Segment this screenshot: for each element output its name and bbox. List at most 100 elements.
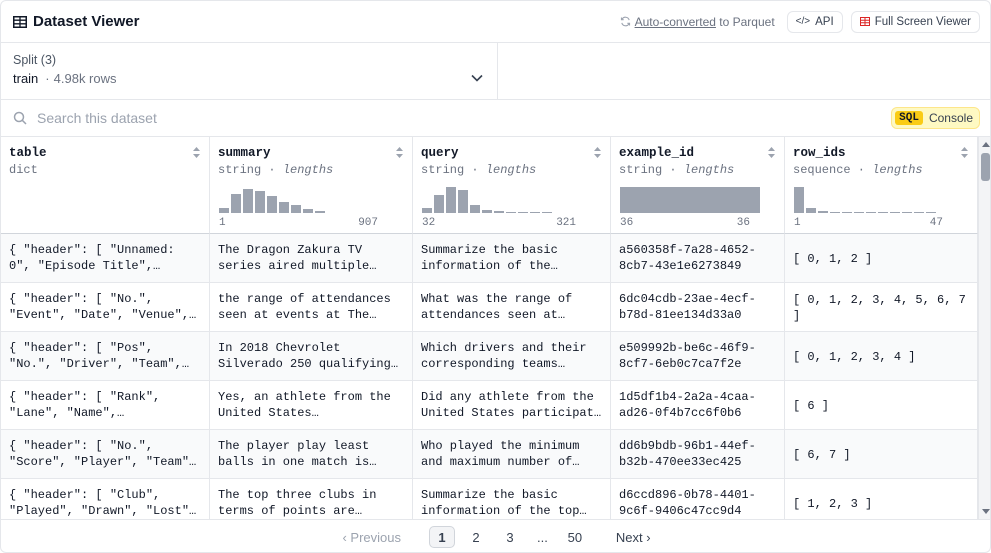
column-stat-label: lengths	[485, 163, 537, 177]
cell-row-ids[interactable]: [ 6 ]	[785, 381, 978, 430]
sort-icon[interactable]	[395, 146, 404, 159]
histogram-bar[interactable]	[926, 212, 936, 213]
scroll-thumb[interactable]	[981, 153, 990, 181]
table-row[interactable]: { "header": [ "Club", "Played", "Drawn",…	[1, 479, 978, 519]
histogram-bar[interactable]	[878, 212, 888, 213]
scroll-down-arrow[interactable]	[982, 509, 990, 514]
sort-icon[interactable]	[593, 146, 602, 159]
table-row[interactable]: { "header": [ "Pos", "No.", "Driver", "T…	[1, 332, 978, 381]
column-header-table[interactable]: table dict	[1, 137, 210, 234]
column-header-example-id[interactable]: example_id string · lengths 36 36	[611, 137, 785, 234]
full-screen-viewer-button[interactable]: Full Screen Viewer	[850, 10, 980, 33]
histogram-bar[interactable]	[470, 205, 480, 213]
cell-summary[interactable]: the range of attendances seen at events …	[210, 283, 413, 332]
histogram-bar[interactable]	[518, 212, 528, 213]
histogram-bar[interactable]	[422, 208, 432, 213]
histogram-bar[interactable]	[902, 212, 912, 213]
histogram-bar[interactable]	[506, 212, 516, 213]
sort-icon[interactable]	[960, 146, 969, 159]
histogram-bar[interactable]	[255, 191, 265, 213]
cell-summary[interactable]: In 2018 Chevrolet Silverado 250 qualifyi…	[210, 332, 413, 381]
histogram-bar[interactable]	[446, 187, 456, 213]
cell-query[interactable]: What was the range of attendances seen a…	[413, 283, 611, 332]
page-50-button[interactable]: 50	[562, 526, 588, 548]
table-row[interactable]: { "header": [ "Unnamed: 0", "Episode Tit…	[1, 234, 978, 283]
histogram-bar[interactable]	[243, 189, 253, 213]
histogram-bar[interactable]	[434, 195, 444, 213]
page-3-button[interactable]: 3	[497, 526, 523, 548]
search-icon	[13, 111, 27, 125]
cell-summary[interactable]: The Dragon Zakura TV series aired multip…	[210, 234, 413, 283]
histogram-bar[interactable]	[914, 212, 924, 213]
cell-query[interactable]: Which drivers and their corresponding te…	[413, 332, 611, 381]
histogram-bar[interactable]	[830, 212, 840, 213]
cell-row-ids[interactable]: [ 0, 1, 2, 3, 4, 5, 6, 7 ]	[785, 283, 978, 332]
histogram-bar[interactable]	[620, 187, 760, 213]
cell-query[interactable]: Did any athlete from the United States p…	[413, 381, 611, 430]
cell-summary[interactable]: The player play least balls in one match…	[210, 430, 413, 479]
histogram-bar[interactable]	[458, 190, 468, 213]
histogram-bar[interactable]	[890, 212, 900, 213]
cell-query[interactable]: Who played the minimum and maximum numbe…	[413, 430, 611, 479]
cell-table[interactable]: { "header": [ "No.", "Score", "Player", …	[1, 430, 210, 479]
cell-example-id[interactable]: dd6b9bdb-96b1-44ef-b32b-470ee33ec425	[611, 430, 785, 479]
cell-row-ids[interactable]: [ 0, 1, 2 ]	[785, 234, 978, 283]
cell-table[interactable]: { "header": [ "Unnamed: 0", "Episode Tit…	[1, 234, 210, 283]
histogram-bar[interactable]	[542, 212, 552, 213]
histogram-bar[interactable]	[231, 194, 241, 213]
cell-example-id[interactable]: e509992b-be6c-46f9-8cf7-6eb0c7ca7f2e	[611, 332, 785, 381]
cell-row-ids[interactable]: [ 6, 7 ]	[785, 430, 978, 479]
histogram-bar[interactable]	[818, 211, 828, 213]
cell-table[interactable]: { "header": [ "No.", "Event", "Date", "V…	[1, 283, 210, 332]
cell-example-id[interactable]: 6dc04cdb-23ae-4ecf-b78d-81ee134d33a0	[611, 283, 785, 332]
cell-example-id[interactable]: a560358f-7a28-4652-8cb7-43e1e6273849	[611, 234, 785, 283]
histogram-bar[interactable]	[842, 212, 852, 213]
histogram-bar[interactable]	[291, 205, 301, 213]
page-1-button[interactable]: 1	[429, 526, 455, 548]
sort-icon[interactable]	[192, 146, 201, 159]
scroll-up-arrow[interactable]	[982, 142, 990, 147]
histogram-bar[interactable]	[854, 212, 864, 213]
previous-page-button[interactable]: ‹ Previous	[332, 530, 411, 545]
histogram-bar[interactable]	[279, 202, 289, 213]
api-button[interactable]: </> API	[786, 10, 843, 33]
histogram-bar[interactable]	[794, 187, 804, 213]
histogram-bar[interactable]	[806, 208, 816, 213]
next-page-button[interactable]: Next ›	[606, 530, 661, 545]
split-selector[interactable]: Split (3) train · 4.98k rows	[1, 43, 498, 100]
cell-row-ids[interactable]: [ 1, 2, 3 ]	[785, 479, 978, 519]
histogram-bar[interactable]	[530, 212, 540, 213]
histogram-bar[interactable]	[315, 211, 325, 213]
auto-converted-link[interactable]: Auto-converted	[635, 15, 716, 29]
cell-summary[interactable]: Yes, an athlete from the United States…	[210, 381, 413, 430]
cell-query[interactable]: Summarize the basic information of the…	[413, 234, 611, 283]
vertical-scrollbar[interactable]	[978, 137, 990, 519]
cell-text: What was the range of attendances seen a…	[421, 292, 580, 322]
cell-table[interactable]: { "header": [ "Rank", "Lane", "Name",…	[1, 381, 210, 430]
cell-summary[interactable]: The top three clubs in terms of points a…	[210, 479, 413, 519]
histogram-bar[interactable]	[482, 210, 492, 213]
column-type-name: string	[619, 163, 663, 177]
histogram-bar[interactable]	[267, 196, 277, 213]
page-2-button[interactable]: 2	[463, 526, 489, 548]
table-row[interactable]: { "header": [ "No.", "Score", "Player", …	[1, 430, 978, 479]
cell-row-ids[interactable]: [ 0, 1, 2, 3, 4 ]	[785, 332, 978, 381]
histogram-bar[interactable]	[866, 212, 876, 213]
table-row[interactable]: { "header": [ "No.", "Event", "Date", "V…	[1, 283, 978, 332]
code-icon: </>	[795, 16, 811, 27]
cell-table[interactable]: { "header": [ "Club", "Played", "Drawn",…	[1, 479, 210, 519]
column-header-summary[interactable]: summary string · lengths 1 907	[210, 137, 413, 234]
histogram-bar[interactable]	[303, 209, 313, 213]
sort-icon[interactable]	[767, 146, 776, 159]
search-input[interactable]	[37, 110, 637, 126]
sql-console-button[interactable]: SQL Console	[891, 107, 980, 129]
cell-table[interactable]: { "header": [ "Pos", "No.", "Driver", "T…	[1, 332, 210, 381]
histogram-bar[interactable]	[219, 208, 229, 213]
cell-example-id[interactable]: 1d5df1b4-2a2a-4caa-ad26-0f4b7cc6f0b6	[611, 381, 785, 430]
column-header-row-ids[interactable]: row_ids sequence · lengths 1 47	[785, 137, 978, 234]
column-header-query[interactable]: query string · lengths 32 321	[413, 137, 611, 234]
cell-example-id[interactable]: d6ccd896-0b78-4401-9c6f-9406c47cc9d4	[611, 479, 785, 519]
histogram-bar[interactable]	[494, 211, 504, 213]
table-row[interactable]: { "header": [ "Rank", "Lane", "Name",… Ye…	[1, 381, 978, 430]
cell-query[interactable]: Summarize the basic information of the t…	[413, 479, 611, 519]
